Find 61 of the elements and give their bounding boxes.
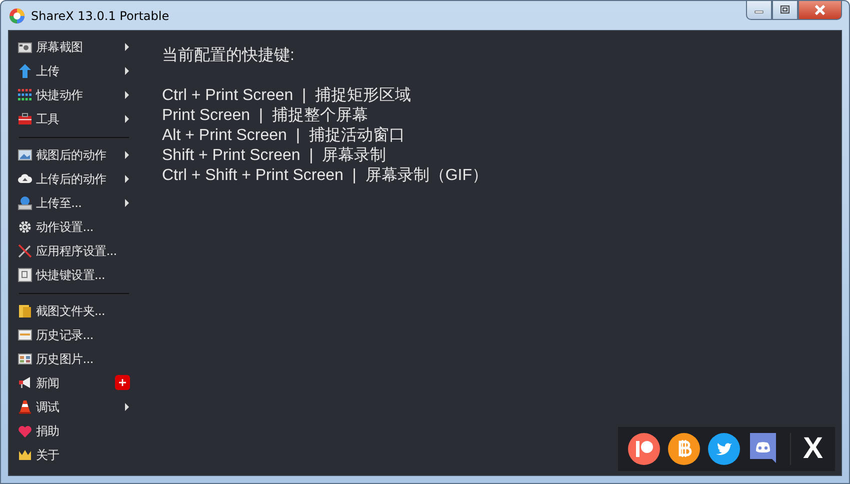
maximize-icon <box>780 5 790 15</box>
news-badge: + <box>115 375 130 390</box>
submenu-arrow-icon <box>125 403 129 411</box>
submenu-arrow-icon <box>125 115 129 123</box>
maximize-button[interactable] <box>772 1 798 20</box>
camera-icon <box>18 41 32 53</box>
picture-frame-icon <box>18 149 32 161</box>
hotkey-line: Ctrl + Shift + Print Screen | 屏幕录制（GIF） <box>162 166 488 186</box>
menu-item[interactable]: 历史记录... <box>17 323 129 347</box>
bitcoin-icon[interactable] <box>668 433 700 465</box>
cloud-icon <box>18 173 32 185</box>
heart-icon <box>18 424 32 438</box>
menu-item[interactable]: 应用程序设置... <box>17 239 129 263</box>
history-card-icon <box>18 329 32 341</box>
menu-item[interactable]: 上传 <box>17 59 129 83</box>
menu-item[interactable]: 历史图片... <box>17 347 129 371</box>
close-button[interactable] <box>798 1 842 20</box>
hotkey-line: Print Screen | 捕捉整个屏幕 <box>162 106 369 126</box>
submenu-arrow-icon <box>125 175 129 183</box>
traffic-cone-icon <box>18 400 32 414</box>
crown-icon <box>18 449 32 461</box>
menu-item[interactable]: 动作设置... <box>17 215 129 239</box>
discord-icon[interactable] <box>748 433 778 465</box>
hotkey-line: Ctrl + Print Screen | 捕捉矩形区域 <box>162 86 412 106</box>
keyboard-key-icon <box>18 268 32 282</box>
megaphone-icon <box>18 376 32 390</box>
menu-item[interactable]: 工具 <box>17 107 129 131</box>
menu-item[interactable]: 屏幕截图 <box>17 35 129 59</box>
menu-item[interactable]: 上传后的动作 <box>17 167 129 191</box>
upload-drive-icon <box>18 196 32 210</box>
menu-item[interactable]: 快捷键设置... <box>17 263 129 287</box>
hotkey-line: Alt + Print Screen | 捕捉活动窗口 <box>162 126 406 146</box>
grid-icon <box>18 89 32 101</box>
up-arrow-icon <box>19 64 31 78</box>
window-title: ShareX 13.0.1 Portable <box>31 8 170 22</box>
patreon-icon[interactable] <box>628 433 660 465</box>
submenu-arrow-icon <box>125 91 129 99</box>
sharex-logo[interactable]: X <box>802 433 823 465</box>
app-logo-icon <box>9 8 25 24</box>
submenu-arrow-icon <box>125 199 129 207</box>
menu-item[interactable]: 调试 <box>17 395 129 419</box>
minimize-button[interactable] <box>746 1 772 20</box>
menu-item[interactable]: 捐助 <box>17 419 129 443</box>
hotkeys-heading: 当前配置的快捷键: <box>162 46 296 66</box>
close-icon <box>814 4 826 16</box>
photo-grid-icon <box>18 353 32 365</box>
menu-item[interactable]: 关于 <box>17 443 129 467</box>
toolbox-icon <box>18 113 32 125</box>
tools-icon <box>18 244 32 258</box>
folder-icon <box>18 304 32 318</box>
submenu-arrow-icon <box>125 67 129 75</box>
menu-item[interactable]: 截图后的动作 <box>17 143 129 167</box>
twitter-icon[interactable] <box>708 433 740 465</box>
menu-item[interactable]: 截图文件夹... <box>17 299 129 323</box>
menu-item[interactable]: 快捷动作 <box>17 83 129 107</box>
menu-item[interactable]: 上传至... <box>17 191 129 215</box>
gear-icon <box>18 220 32 234</box>
submenu-arrow-icon <box>125 43 129 51</box>
hotkey-line: Shift + Print Screen | 屏幕录制 <box>162 146 388 166</box>
submenu-arrow-icon <box>125 151 129 159</box>
menu-item[interactable]: 新闻 + <box>17 371 129 395</box>
